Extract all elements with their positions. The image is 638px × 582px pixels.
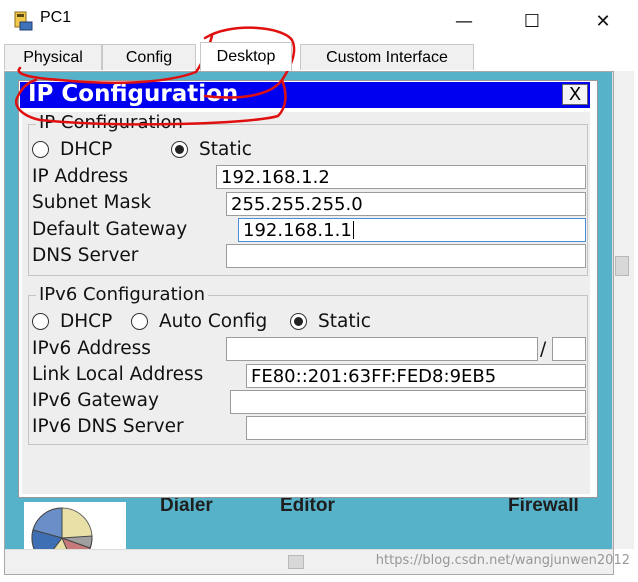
text-caret (352, 221, 354, 239)
window-title: PC1 (40, 9, 72, 26)
ipv4-dhcp-radio[interactable] (32, 141, 49, 158)
ipv6-address-label: IPv6 Address (32, 338, 151, 359)
ip-address-label: IP Address (32, 166, 129, 187)
tab-physical[interactable]: Physical (4, 44, 102, 70)
link-local-address-field[interactable]: FE80::201:63FF:FED8:9EB5 (246, 364, 586, 388)
close-icon: ✕ (595, 10, 611, 32)
prefix-separator: / (540, 339, 547, 360)
ipv6-prefix-field[interactable] (552, 337, 586, 361)
ipv6-dns-server-field[interactable] (246, 416, 586, 440)
link-local-address-label: Link Local Address (32, 364, 204, 385)
ipv4-group-title: IP Configuration (36, 112, 186, 133)
ipv4-dhcp-label[interactable]: DHCP (60, 139, 112, 160)
minimize-button[interactable]: — (441, 6, 487, 36)
subnet-mask-field[interactable]: 255.255.255.0 (226, 192, 586, 216)
ip-configuration-title: IP Configuration (28, 81, 239, 107)
pc-app-icon (12, 10, 34, 32)
default-gateway-label: Default Gateway (32, 219, 188, 240)
ipv4-static-label[interactable]: Static (199, 139, 252, 160)
tab-config[interactable]: Config (102, 44, 196, 70)
ipv6-dhcp-label[interactable]: DHCP (60, 311, 112, 332)
default-gateway-value: 192.168.1.1 (243, 219, 352, 241)
tab-desktop[interactable]: Desktop (200, 42, 292, 71)
ipv6-group-title: IPv6 Configuration (36, 284, 209, 305)
ipv4-static-radio[interactable] (171, 141, 188, 158)
default-gateway-field[interactable]: 192.168.1.1 (238, 218, 586, 242)
watermark: https://blog.csdn.net/wangjunwen2012 (375, 553, 630, 568)
vertical-scrollbar[interactable] (612, 71, 634, 549)
subnet-mask-label: Subnet Mask (32, 192, 152, 213)
ipv6-auto-config-label[interactable]: Auto Config (159, 311, 267, 332)
vertical-scroll-thumb[interactable] (615, 256, 629, 276)
maximize-icon: ☐ (523, 10, 541, 32)
maximize-button[interactable]: ☐ (509, 6, 555, 36)
minimize-icon: — (455, 10, 473, 32)
ipv6-static-radio[interactable] (290, 313, 307, 330)
ipv6-gateway-label: IPv6 Gateway (32, 390, 159, 411)
dns-server-field[interactable] (226, 244, 586, 268)
ip-address-field[interactable]: 192.168.1.2 (216, 165, 586, 189)
ipv6-address-field[interactable] (226, 337, 538, 361)
ipv6-dhcp-radio[interactable] (32, 313, 49, 330)
dns-server-label: DNS Server (32, 245, 139, 266)
close-window-button[interactable]: ✕ (580, 6, 626, 36)
ipv6-dns-server-label: IPv6 DNS Server (32, 416, 184, 437)
ipv6-static-label[interactable]: Static (318, 311, 371, 332)
tab-custom-interface[interactable]: Custom Interface (300, 44, 474, 70)
close-x-icon: X (568, 84, 582, 105)
ipv6-gateway-field[interactable] (230, 390, 586, 414)
close-dialog-button[interactable]: X (562, 84, 588, 105)
ipv6-auto-config-radio[interactable] (131, 313, 148, 330)
